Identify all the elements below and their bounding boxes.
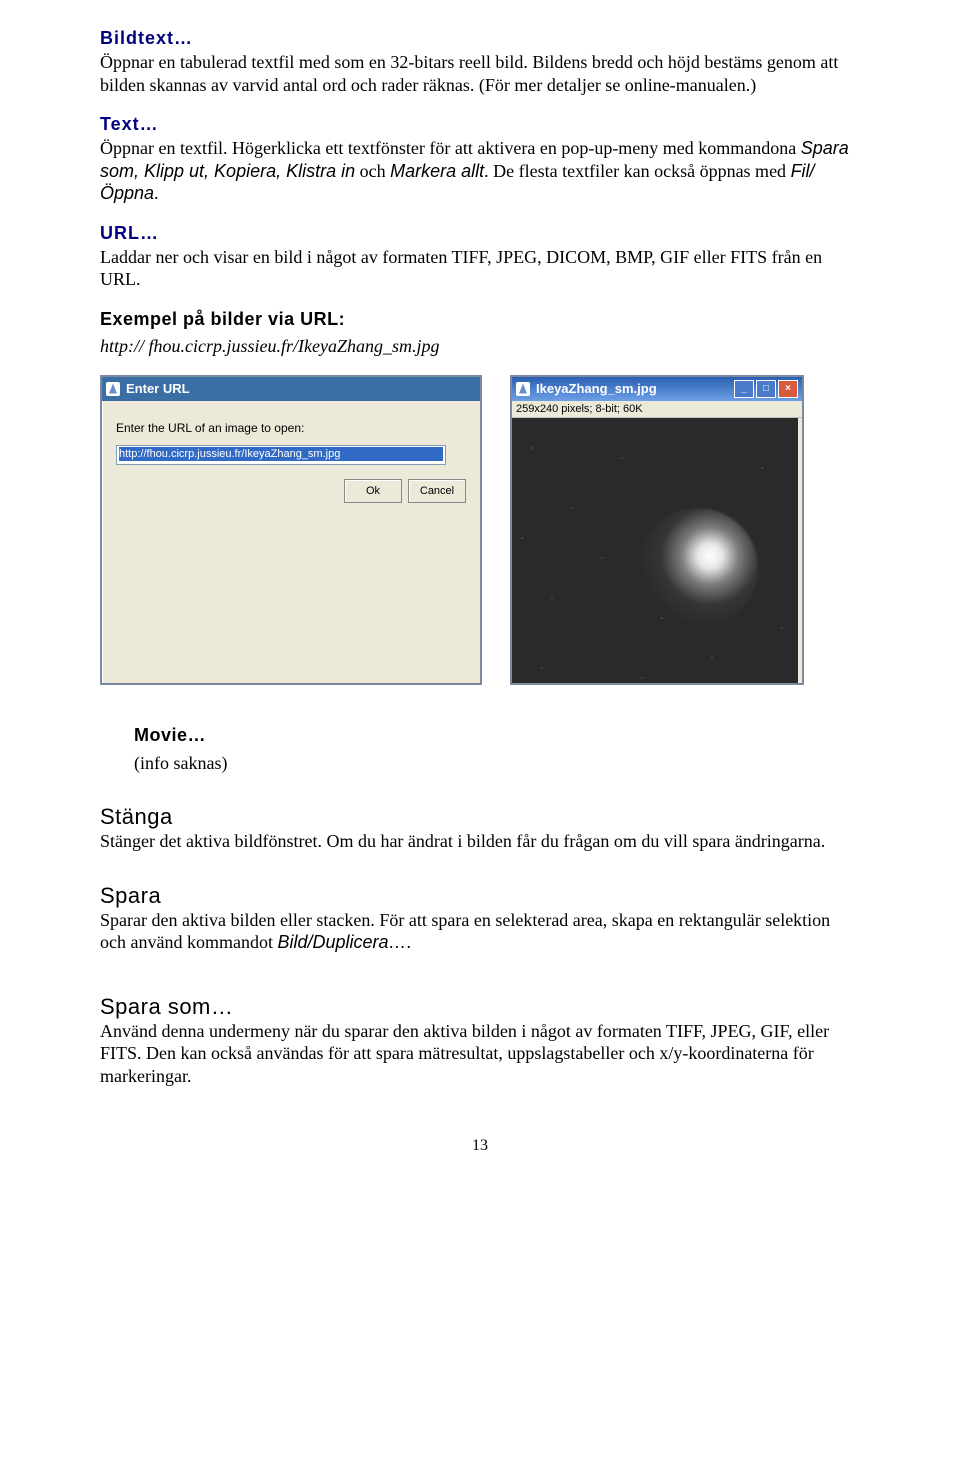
text-markera-allt: Markera allt xyxy=(390,161,484,181)
paragraph-url: Laddar ner och visar en bild i något av … xyxy=(100,246,860,291)
spara-cmd-bild-duplicera: Bild/Duplicera… xyxy=(277,932,406,952)
image-window-title: IkeyaZhang_sm.jpg xyxy=(536,381,657,396)
enter-url-dialog: Enter URL Enter the URL of an image to o… xyxy=(100,375,482,685)
java-icon xyxy=(516,382,530,396)
heading-url: URL… xyxy=(100,223,860,244)
comet-glow xyxy=(638,508,758,628)
dialog-button-row: Ok Cancel xyxy=(116,479,466,503)
subheading-exempel: Exempel på bilder via URL: xyxy=(100,309,860,330)
heading-spara-som: Spara som… xyxy=(100,994,860,1020)
text-body-pt4: . xyxy=(154,183,159,203)
java-icon xyxy=(106,382,120,396)
heading-bildtext: Bildtext… xyxy=(100,28,860,49)
minimize-button[interactable]: _ xyxy=(734,380,754,398)
dialog-title: Enter URL xyxy=(126,381,190,396)
text-body-pt1: Öppnar en textfil. Högerklicka ett textf… xyxy=(100,138,801,158)
image-status-bar: 259x240 pixels; 8-bit; 60K xyxy=(512,401,802,418)
paragraph-bildtext: Öppnar en tabulerad textfil med som en 3… xyxy=(100,51,860,96)
paragraph-spara: Sparar den aktiva bilden eller stacken. … xyxy=(100,909,860,954)
text-body-pt2: och xyxy=(355,161,390,181)
spara-body-pt1: Sparar den aktiva bilden eller stacken. … xyxy=(100,910,830,953)
image-canvas xyxy=(512,418,798,683)
maximize-button[interactable]: □ xyxy=(756,380,776,398)
image-window-titlebar[interactable]: IkeyaZhang_sm.jpg _ □ × xyxy=(512,377,802,401)
document-page: Bildtext… Öppnar en tabulerad textfil me… xyxy=(0,0,960,1195)
window-controls: _ □ × xyxy=(734,380,798,398)
url-input-value: http://fhou.cicrp.jussieu.fr/IkeyaZhang_… xyxy=(119,447,443,461)
url-input[interactable]: http://fhou.cicrp.jussieu.fr/IkeyaZhang_… xyxy=(116,445,446,465)
paragraph-stanga: Stänger det aktiva bildfönstret. Om du h… xyxy=(100,830,860,853)
heading-text: Text… xyxy=(100,114,860,135)
text-body-pt3: . De flesta textfiler kan också öppnas m… xyxy=(484,161,790,181)
page-number: 13 xyxy=(100,1137,860,1155)
paragraph-movie: (info saknas) xyxy=(134,752,860,775)
dialog-label: Enter the URL of an image to open: xyxy=(116,421,466,435)
close-button[interactable]: × xyxy=(778,380,798,398)
ok-button[interactable]: Ok xyxy=(344,479,402,503)
movie-section: Movie… (info saknas) xyxy=(100,725,860,775)
url-example-text: http:// fhou.cicrp.jussieu.fr/IkeyaZhang… xyxy=(100,336,860,357)
heading-stanga: Stänga xyxy=(100,804,860,830)
heading-movie: Movie… xyxy=(134,725,860,746)
paragraph-spara-som: Använd denna undermeny när du sparar den… xyxy=(100,1020,860,1088)
paragraph-text: Öppnar en textfil. Högerklicka ett textf… xyxy=(100,137,860,205)
spara-body-pt2: . xyxy=(407,932,412,952)
cancel-button[interactable]: Cancel xyxy=(408,479,466,503)
heading-spara: Spara xyxy=(100,883,860,909)
dialog-body: Enter the URL of an image to open: http:… xyxy=(102,401,480,513)
image-window: IkeyaZhang_sm.jpg _ □ × 259x240 pixels; … xyxy=(510,375,804,685)
dialog-titlebar[interactable]: Enter URL xyxy=(102,377,480,401)
screenshot-row: Enter URL Enter the URL of an image to o… xyxy=(100,375,860,685)
